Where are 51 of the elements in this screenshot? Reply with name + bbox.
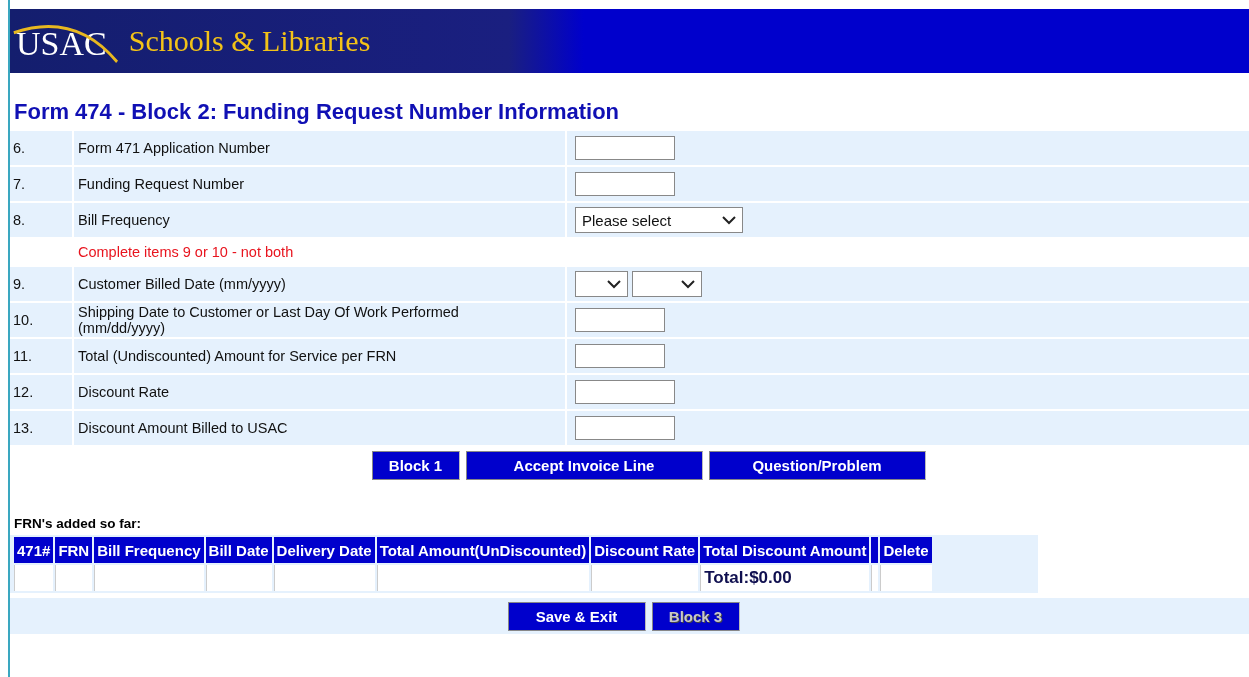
chevron-icon xyxy=(681,279,695,289)
column-header: Total Amount(UnDiscounted) xyxy=(376,537,590,563)
table-cell xyxy=(14,565,54,591)
table-cell xyxy=(880,565,932,591)
item-number: 7. xyxy=(13,176,26,192)
column-header: Delete xyxy=(880,537,932,563)
chevron-icon xyxy=(607,279,621,289)
instruction-text: Complete items 9 or 10 - not both xyxy=(78,244,294,260)
column-header: Total Discount Amount xyxy=(700,537,870,563)
column-header: 471# xyxy=(14,537,54,563)
dropdown[interactable]: Please select xyxy=(575,207,743,233)
input-field[interactable] xyxy=(575,416,675,440)
column-header: Bill Date xyxy=(205,537,272,563)
column-header: Delivery Date xyxy=(273,537,375,563)
item-number: 13. xyxy=(13,420,34,436)
logo: USAC xyxy=(12,18,121,64)
nav-button[interactable]: Save & Exit xyxy=(507,601,646,631)
month-dropdown[interactable] xyxy=(575,271,628,297)
field-label: Bill Frequency xyxy=(78,212,170,228)
total-amount: Total:$0.00 xyxy=(700,565,870,591)
input-field[interactable] xyxy=(575,136,675,160)
chevron-icon xyxy=(722,215,736,225)
input-field[interactable] xyxy=(575,380,675,404)
field-label: Discount Amount Billed to USAC xyxy=(78,420,288,436)
item-number: 11. xyxy=(13,348,33,364)
item-number: 9. xyxy=(13,276,26,292)
section-heading: FRN's added so far: xyxy=(14,516,142,531)
page-title: Form 474 - Block 2: Funding Request Number Information xyxy=(14,99,621,126)
field-label: Customer Billed Date (mm/yyyy) xyxy=(78,276,286,292)
form-button[interactable]: Accept Invoice Line xyxy=(465,451,703,480)
table-cell xyxy=(55,565,93,591)
form-button[interactable]: Block 1 xyxy=(371,451,460,480)
table-cell xyxy=(205,565,272,591)
field-label: Discount Rate xyxy=(78,384,170,400)
column-header: FRN xyxy=(55,537,93,563)
item-number: 12. xyxy=(13,384,34,400)
column-header: Bill Frequency xyxy=(94,537,204,563)
item-number: 8. xyxy=(13,212,26,228)
input-field[interactable] xyxy=(575,172,675,196)
table-header-cell xyxy=(871,537,879,563)
form-button[interactable]: Question/Problem xyxy=(708,451,926,480)
item-number: 6. xyxy=(13,140,26,156)
input-field[interactable] xyxy=(575,308,665,332)
logo-text: Schools & Libraries xyxy=(128,24,371,58)
field-label: Total (Undiscounted) Amount for Service per FRN xyxy=(78,348,397,364)
field-label: Shipping Date to Customer or Last Day Of Work Performed (mm/dd/yyyy) xyxy=(78,304,460,336)
field-label: Funding Request Number xyxy=(78,176,245,192)
item-number: 10. xyxy=(13,312,34,328)
column-header: Discount Rate xyxy=(591,537,699,563)
input-field[interactable] xyxy=(575,344,665,368)
field-label: Form 471 Application Number xyxy=(78,140,270,156)
